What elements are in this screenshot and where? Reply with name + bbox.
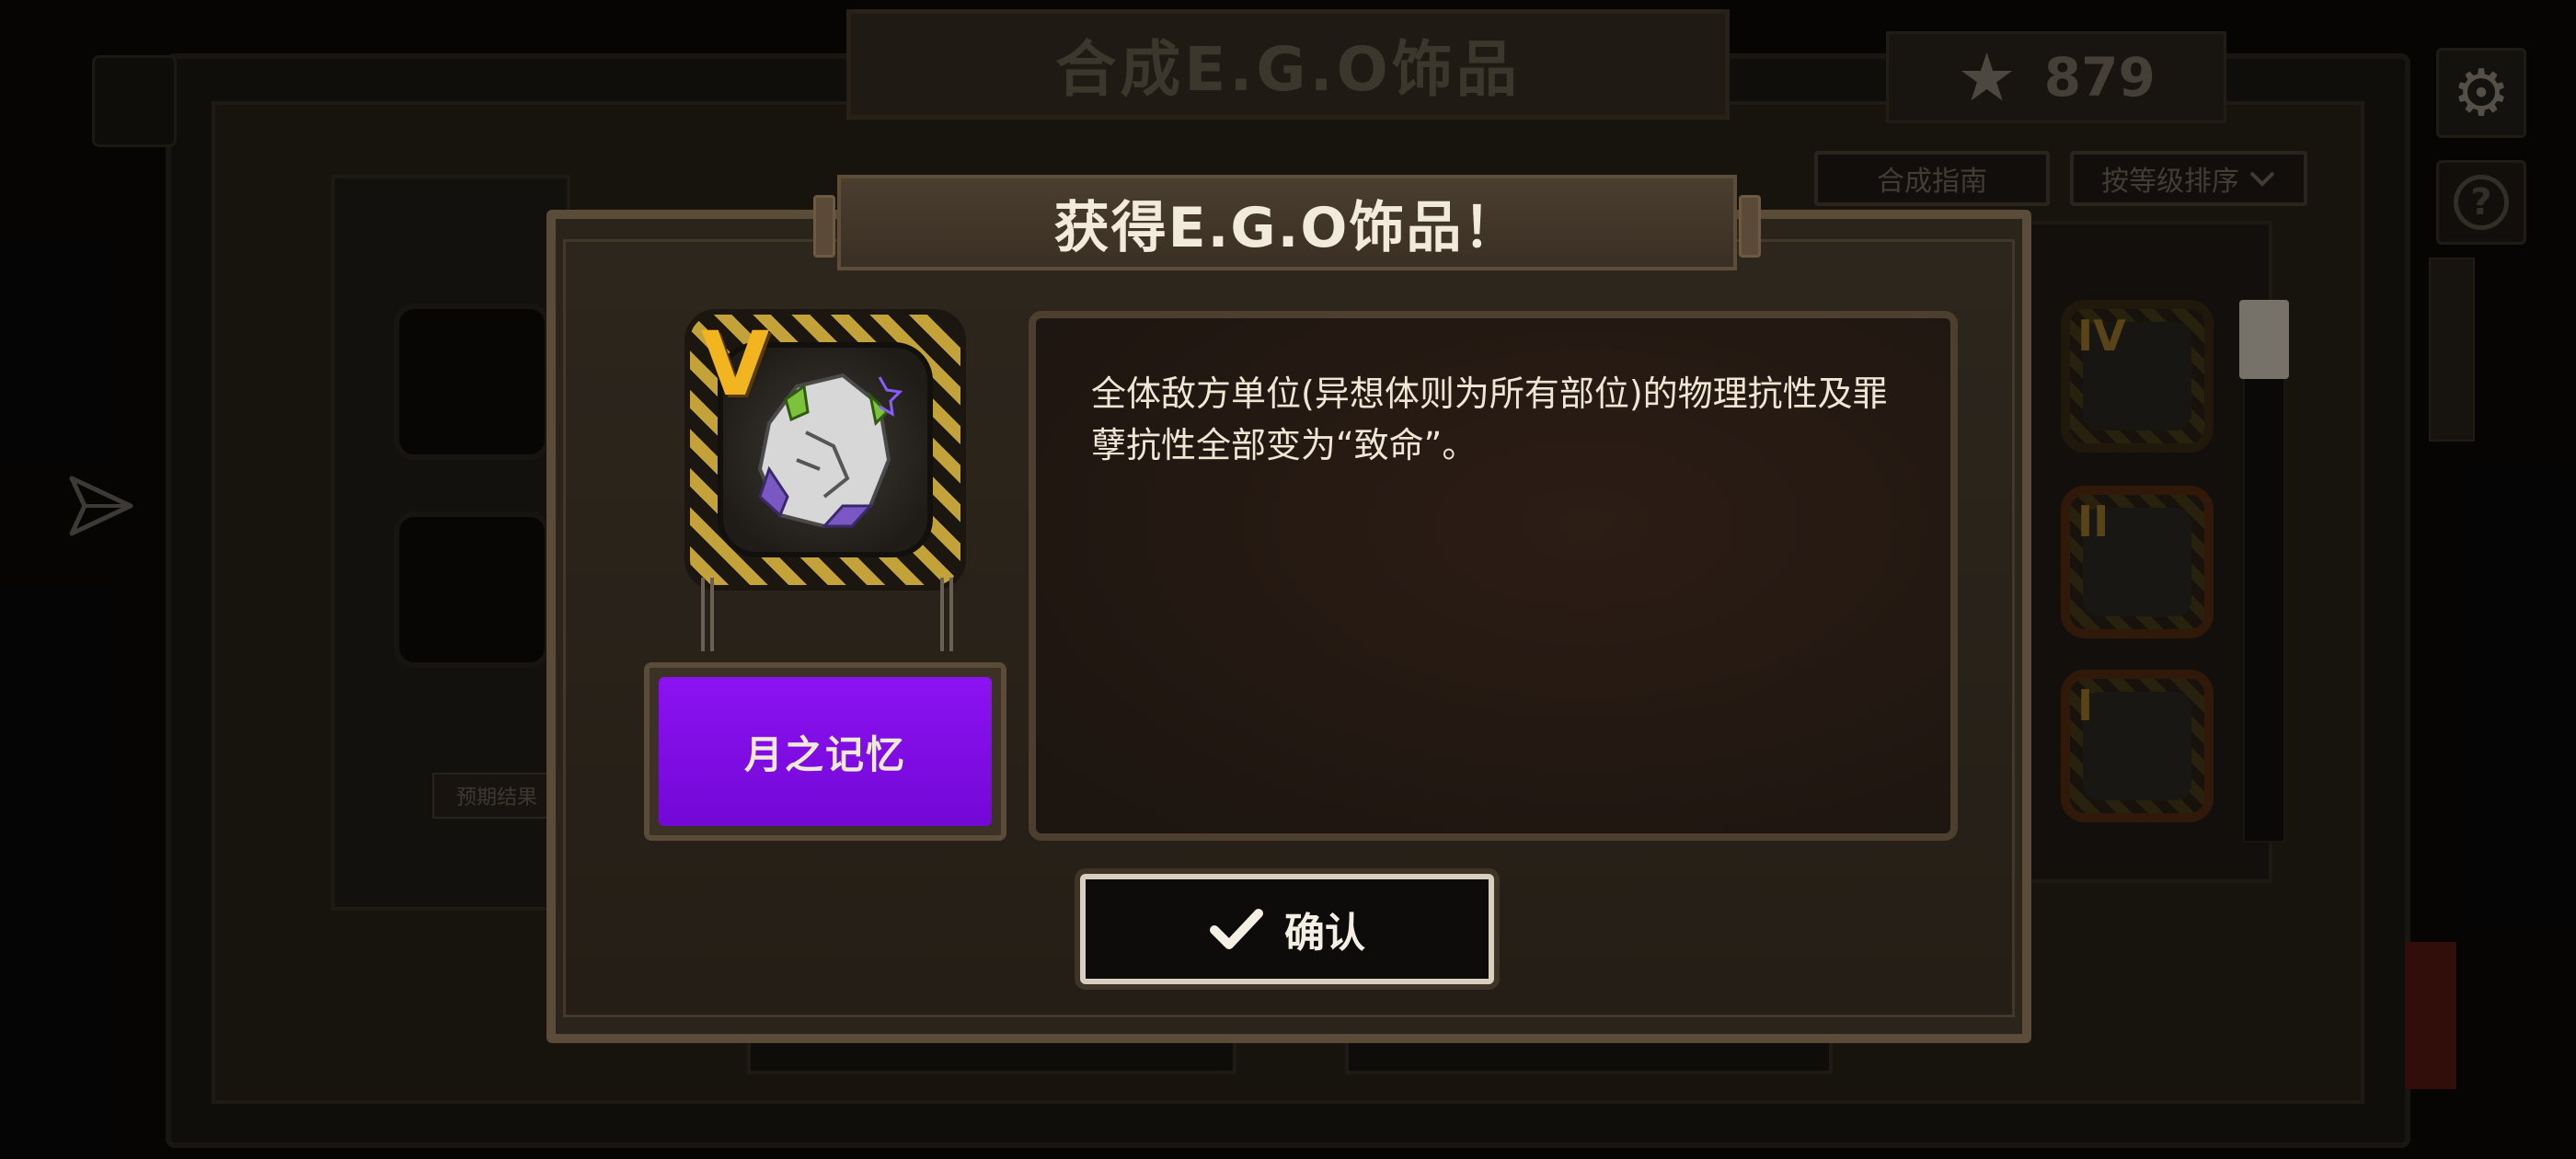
item-description: 全体敌方单位(异想体则为所有部位)的物理抗性及罪孽抗性全部变为“致命”。 [1091,373,1888,465]
item-name-plate: 月之记忆 [644,662,1006,841]
title-pin [813,195,835,258]
item-name: 月之记忆 [743,731,906,777]
dialog-title: 获得E.G.O饰品！ [1053,195,1521,260]
item-description-panel: 全体敌方单位(异想体则为所有部位)的物理抗性及罪孽抗性全部变为“致命”。 [1029,311,1958,841]
item-rank: V [701,313,770,416]
checkmark-icon [1210,909,1263,949]
dialog-title-plate: 获得E.G.O饰品！ [813,175,1761,270]
chain [701,578,714,651]
confirm-button[interactable]: 确认 [1080,874,1494,984]
chain [940,578,953,651]
confirm-label: 确认 [1284,910,1365,957]
title-pin [1739,195,1761,258]
name-plate-fill: 月之记忆 [659,677,992,826]
